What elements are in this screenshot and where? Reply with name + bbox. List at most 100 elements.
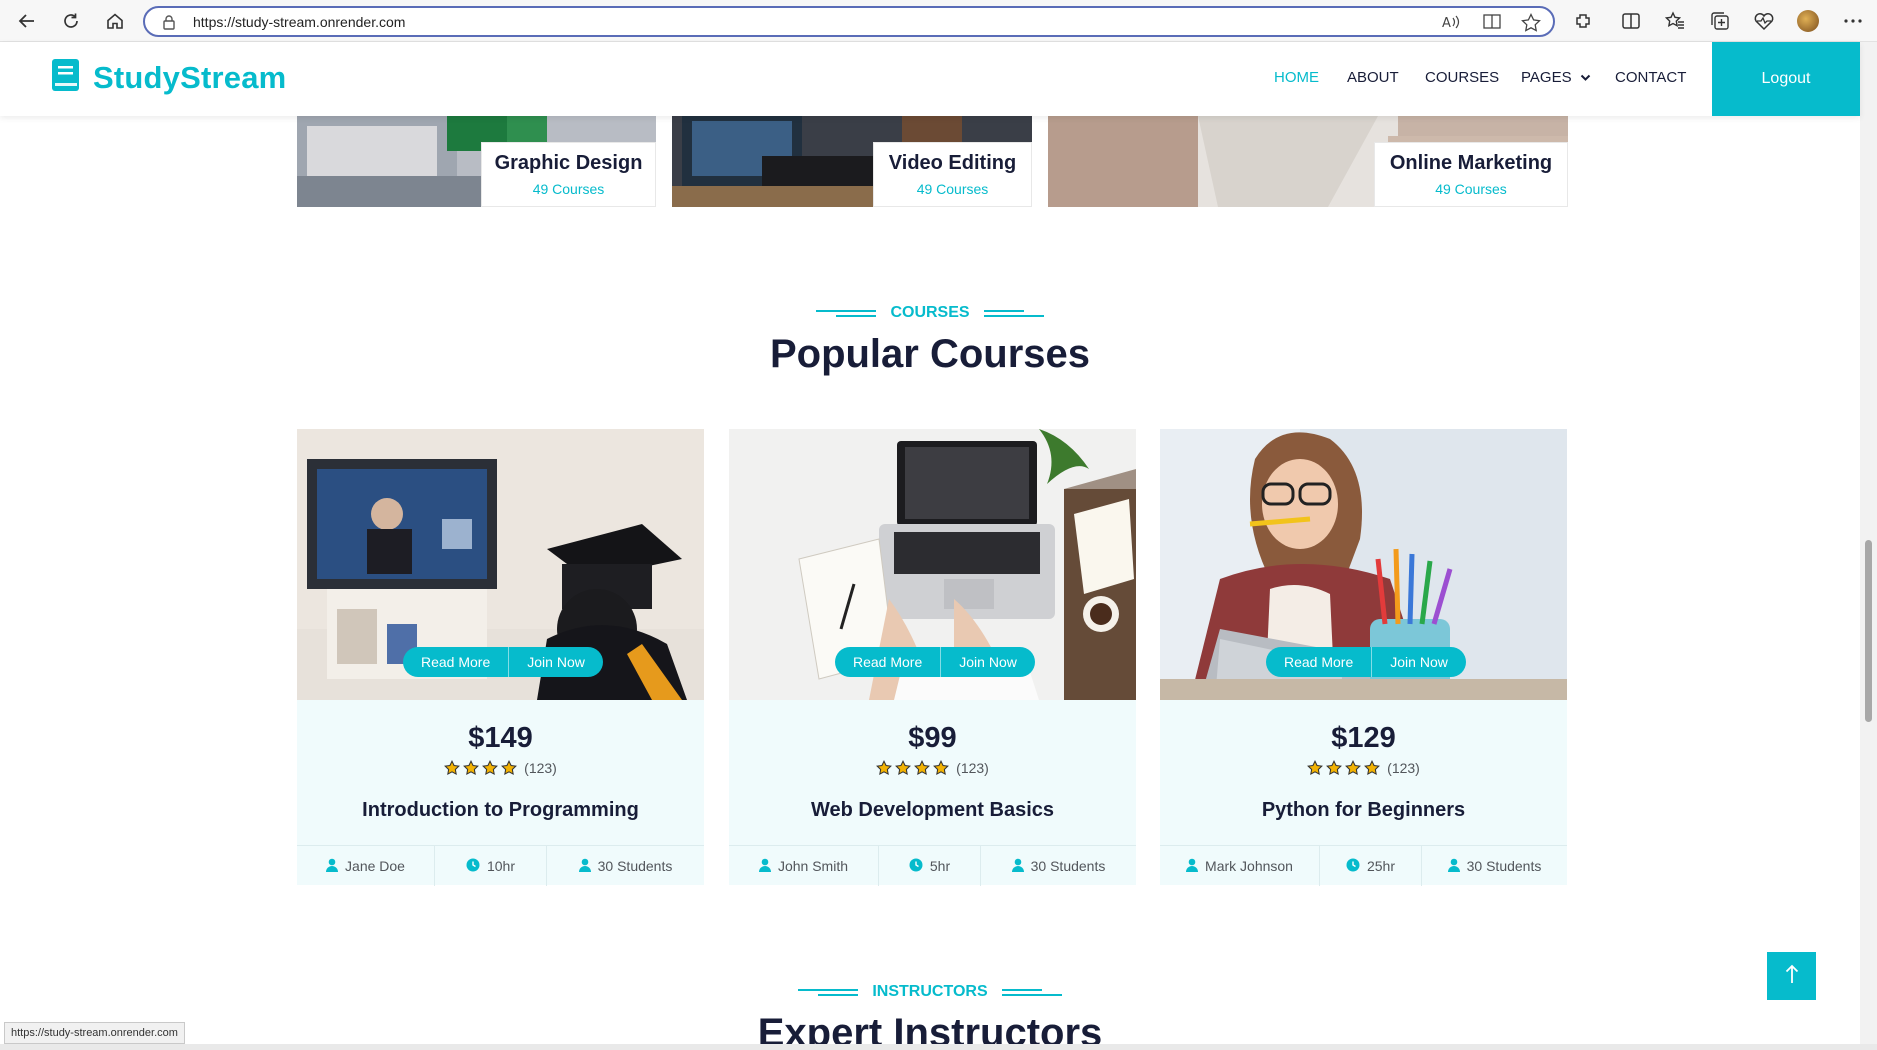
course-card: Read More Join Now $149 (123) Introducti… [297, 429, 704, 886]
star-icon [1345, 760, 1362, 776]
read-aloud-icon[interactable]: A [1441, 13, 1461, 36]
course-title[interactable]: Introduction to Programming [297, 799, 704, 822]
scrollbar-thumb[interactable] [1865, 540, 1872, 722]
category-graphic-design[interactable]: Graphic Design 49 Courses [297, 116, 656, 207]
student-count: 30 Students [1466, 858, 1542, 874]
svg-text:A: A [1442, 16, 1451, 31]
course-title[interactable]: Python for Beginners [1160, 799, 1567, 822]
course-duration: 25hr [1366, 858, 1396, 874]
star-favorite-icon[interactable] [1521, 13, 1541, 37]
read-more-button[interactable]: Read More [835, 647, 942, 677]
read-more-button[interactable]: Read More [403, 647, 510, 677]
collections-icon[interactable] [1709, 10, 1731, 32]
split-screen-icon[interactable] [1620, 10, 1642, 32]
category-online-marketing[interactable]: Online Marketing 49 Courses [1048, 116, 1568, 207]
courses-eyebrow: COURSES [816, 304, 1044, 322]
site-navbar: StudyStream HOME ABOUT COURSES PAGES CON… [0, 42, 1860, 116]
back-to-top-button[interactable] [1767, 952, 1816, 1000]
meta-students: 30 Students [1422, 846, 1567, 886]
star-rating [444, 760, 518, 776]
meta-duration: 5hr [879, 846, 981, 886]
immersive-reader-icon[interactable] [1482, 13, 1502, 36]
profile-avatar[interactable] [1797, 10, 1819, 32]
back-arrow-icon[interactable] [14, 8, 40, 34]
instructor-name: Jane Doe [345, 858, 405, 874]
review-count: (123) [524, 760, 557, 776]
user-icon [326, 858, 339, 875]
favorites-icon[interactable] [1664, 10, 1686, 32]
star-icon [1307, 760, 1324, 776]
join-now-button[interactable]: Join Now [509, 647, 603, 677]
instructor-name: Mark Johnson [1205, 858, 1293, 874]
course-card: Read More Join Now $129 (123) Python for… [1160, 429, 1567, 886]
user-icon [578, 858, 591, 875]
meta-duration: 25hr [1320, 846, 1422, 886]
nav-about[interactable]: ABOUT [1347, 69, 1399, 86]
course-duration: 5hr [929, 858, 951, 874]
courses-title: Popular Courses [769, 332, 1091, 376]
instructors-eyebrow: INSTRUCTORS [798, 983, 1062, 1001]
category-label: Video Editing 49 Courses [873, 142, 1032, 207]
course-rating: (123) [729, 760, 1136, 776]
reload-icon[interactable] [58, 8, 84, 34]
nav-contact[interactable]: CONTACT [1615, 69, 1686, 86]
courses-eyebrow-label: COURSES [890, 304, 970, 321]
course-card: Read More Join Now $99 (123) Web Develop… [729, 429, 1136, 886]
category-count: 49 Courses [916, 181, 989, 197]
meta-instructor: Jane Doe [297, 846, 435, 886]
join-now-button[interactable]: Join Now [1372, 647, 1466, 677]
decor-lines-left [816, 309, 877, 317]
window-bottom-edge [0, 1044, 1877, 1050]
course-rating: (123) [1160, 760, 1567, 776]
course-actions: Read More Join Now [1266, 647, 1466, 677]
student-count: 30 Students [1030, 858, 1106, 874]
star-rating [876, 760, 950, 776]
course-title[interactable]: Web Development Basics [729, 799, 1136, 822]
student-count: 30 Students [597, 858, 673, 874]
star-icon [1364, 760, 1381, 776]
clock-icon [1346, 858, 1360, 875]
nav-pages[interactable]: PAGES [1521, 69, 1591, 86]
star-icon [914, 760, 931, 776]
decor-lines-left [798, 988, 859, 996]
category-count: 49 Courses [532, 181, 605, 197]
course-duration: 10hr [486, 858, 516, 874]
extensions-icon[interactable] [1572, 10, 1594, 32]
join-now-button[interactable]: Join Now [941, 647, 1035, 677]
category-video-editing[interactable]: Video Editing 49 Courses [672, 116, 1032, 207]
course-price: $149 [468, 722, 533, 754]
brand-logo[interactable]: StudyStream [51, 58, 286, 97]
star-icon [444, 760, 461, 776]
nav-courses[interactable]: COURSES [1425, 69, 1499, 86]
more-icon[interactable] [1842, 10, 1864, 32]
star-icon [482, 760, 499, 776]
meta-instructor: Mark Johnson [1160, 846, 1320, 886]
category-count: 49 Courses [1435, 181, 1507, 197]
user-icon [1186, 858, 1199, 875]
instructors-section-heading: INSTRUCTORS Expert Instructors [0, 983, 1860, 1044]
read-more-button[interactable]: Read More [1266, 647, 1373, 677]
nav-home[interactable]: HOME [1274, 69, 1319, 86]
meta-instructor: John Smith [729, 846, 879, 886]
home-icon[interactable] [102, 8, 128, 34]
meta-students: 30 Students [981, 846, 1136, 886]
decor-lines-right [983, 309, 1044, 317]
clock-icon [909, 858, 923, 875]
user-icon [758, 858, 771, 875]
chevron-down-icon [1576, 69, 1591, 86]
star-icon [876, 760, 893, 776]
logout-button[interactable]: Logout [1712, 42, 1860, 116]
status-bar-url: https://study-stream.onrender.com [4, 1022, 185, 1044]
course-meta: Mark Johnson 25hr 30 Students [1160, 845, 1567, 886]
user-icon [1447, 858, 1460, 875]
heart-pulse-icon[interactable] [1753, 10, 1775, 32]
user-icon [1011, 858, 1024, 875]
star-icon [463, 760, 480, 776]
meta-students: 30 Students [547, 846, 704, 886]
clock-icon [466, 858, 480, 875]
address-bar[interactable]: https://study-stream.onrender.com A [143, 6, 1555, 37]
category-title: Video Editing [888, 152, 1017, 174]
course-price: $129 [1331, 722, 1396, 754]
star-icon [1326, 760, 1343, 776]
lock-icon[interactable] [162, 14, 176, 35]
